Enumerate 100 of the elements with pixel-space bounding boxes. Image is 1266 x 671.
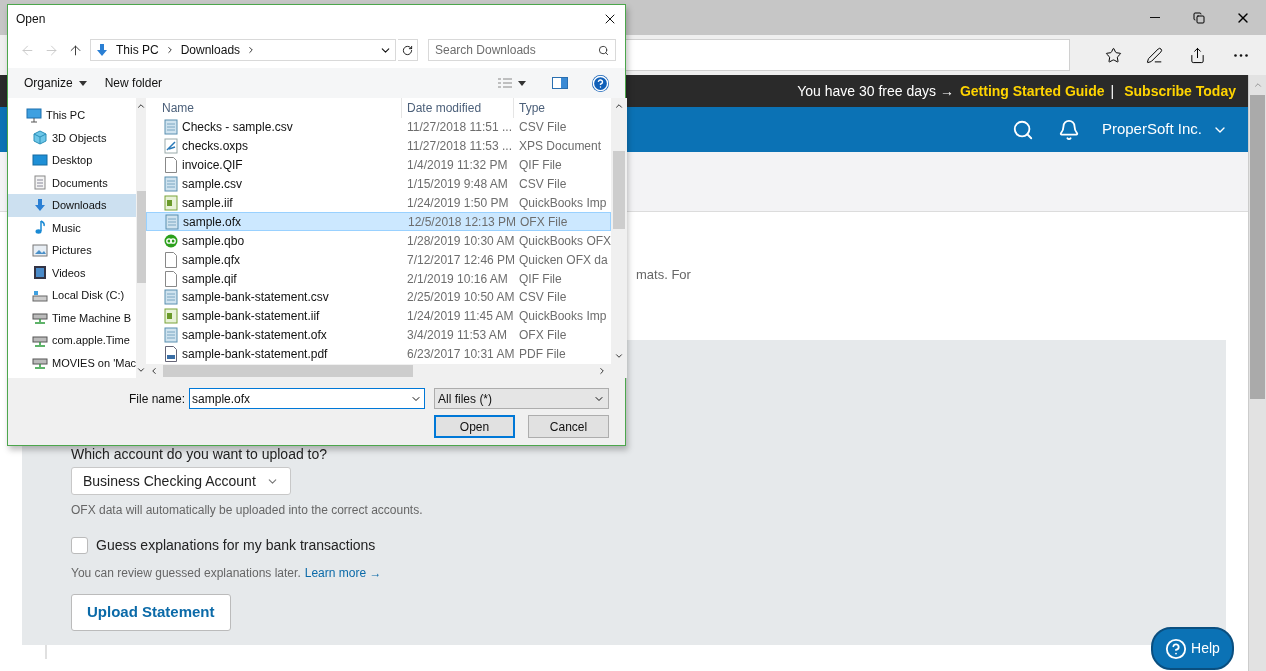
column-header[interactable]: Name [146, 98, 402, 118]
scrollbar-thumb[interactable] [136, 191, 146, 283]
file-row[interactable]: sample.csv 1/15/2019 9:48 AM CSV File [146, 174, 612, 194]
file-row[interactable]: Checks - sample.csv 11/27/2018 11:51 ... CSV File [146, 118, 612, 137]
help-button[interactable] [592, 74, 609, 92]
file-type: QuickBooks OFX [518, 232, 612, 250]
upload-statement-button[interactable]: Upload Statement [71, 594, 231, 631]
column-header[interactable]: Type [514, 98, 612, 118]
file-name: sample.ofx [183, 213, 242, 231]
notification-bell-icon [1057, 118, 1080, 141]
file-type: QuickBooks Imp [518, 308, 607, 326]
pdf-file-icon [164, 346, 178, 363]
spreadsheet-file-icon [164, 308, 178, 325]
navigation-item[interactable]: Videos [8, 261, 136, 284]
file-date: 3/4/2019 11:53 AM [406, 327, 508, 345]
file-date: 7/12/2017 12:46 PM [406, 251, 514, 269]
file-type-select[interactable]: All files (*) [434, 388, 610, 409]
file-row[interactable]: sample.ofx 12/5/2018 12:13 PM OFX File [146, 212, 612, 232]
account-select[interactable]: Business Checking Account [71, 467, 291, 495]
minimize-icon [1150, 17, 1160, 18]
blank-file-icon [164, 251, 178, 268]
navigation-item[interactable]: MOVIES on 'Mac [8, 351, 136, 374]
file-row[interactable]: sample-bank-statement.iif 1/24/2019 11:45 AM QuickBooks Imp [146, 306, 612, 326]
caret-icon [518, 80, 526, 86]
navigation-item[interactable]: Desktop [8, 149, 136, 172]
share-icon [1189, 46, 1207, 64]
account-label: Which account do you want to upload to? [71, 445, 328, 464]
text-file-icon [164, 176, 178, 193]
organize-menu[interactable]: Organize [24, 74, 87, 92]
file-row[interactable]: sample.qif 2/1/2019 10:16 AM QIF File [146, 269, 612, 288]
file-date: 1/24/2019 1:50 PM [406, 195, 510, 212]
file-row[interactable]: sample.qfx 7/12/2017 12:46 PM Quicken OFX da [146, 250, 612, 270]
star-icon [1105, 46, 1123, 64]
account-menu[interactable]: ProperSoft Inc. [1101, 118, 1228, 141]
file-type: QuickBooks Imp [518, 195, 607, 212]
search-button[interactable] [1011, 118, 1034, 141]
chevron-down-icon [614, 351, 625, 361]
file-date: 1/24/2019 11:45 AM [406, 308, 514, 326]
file-name-field[interactable]: sample.ofx [189, 388, 426, 409]
search-icon [1011, 118, 1034, 141]
navigation-item[interactable]: 3D Objects [8, 126, 136, 149]
computer-icon [26, 107, 42, 123]
download-arrow-icon [32, 197, 48, 213]
column-header[interactable]: Date modified [402, 98, 514, 118]
file-name: sample.iif [182, 195, 233, 212]
navigation-item[interactable]: Downloads [8, 194, 136, 217]
file-name: sample-bank-statement.csv [182, 289, 329, 307]
navigation-item[interactable]: Time Machine B [8, 306, 136, 329]
navigation-item[interactable]: Local Disk (C:) [8, 284, 136, 307]
file-row[interactable]: sample-bank-statement.pdf 6/23/2017 10:31 AM PDF File [146, 344, 612, 364]
navigation-item[interactable]: This PC [8, 104, 136, 127]
scrollbar-thumb[interactable] [613, 151, 626, 229]
file-row[interactable]: sample.qbo 1/28/2019 10:30 AM QuickBooks OFX [146, 231, 612, 251]
view-options-button[interactable] [498, 77, 526, 89]
file-row[interactable]: sample-bank-statement.csv 2/25/2019 10:50 AM CSV File [146, 288, 612, 307]
open-button[interactable]: Open [434, 415, 515, 438]
notifications-button[interactable] [1057, 118, 1080, 141]
checkbox[interactable] [71, 537, 88, 554]
file-type: CSV File [518, 176, 567, 194]
guide-link[interactable]: Getting Started Guide [959, 80, 1105, 102]
help-button[interactable]: Help [1151, 627, 1234, 670]
file-name: sample.csv [182, 176, 243, 194]
address-bar[interactable]: This PC Downloads [90, 39, 396, 61]
file-type: OFX File [518, 327, 567, 345]
file-row[interactable]: checks.oxps 11/27/2018 11:53 ... XPS Document [146, 136, 612, 156]
breadcrumb-item[interactable]: Downloads [180, 41, 241, 59]
file-name: sample.qfx [182, 251, 241, 269]
document-icon [32, 175, 48, 191]
subscribe-link[interactable]: Subscribe Today [1124, 80, 1236, 102]
new-folder-button[interactable]: New folder [104, 74, 163, 92]
caret-icon [78, 80, 87, 86]
blank-file-icon [164, 157, 178, 174]
navigation-item[interactable]: com.apple.Time [8, 329, 136, 352]
preview-pane-icon [552, 77, 568, 89]
breadcrumb-item[interactable]: This PC [116, 41, 159, 59]
help-icon [1165, 637, 1188, 660]
more-icon [1233, 53, 1248, 57]
file-type: QIF File [518, 270, 562, 288]
file-date: 11/27/2018 11:51 ... [406, 119, 513, 137]
text-file-icon [164, 119, 178, 136]
cancel-button[interactable]: Cancel [528, 415, 609, 438]
file-row[interactable]: sample.iif 1/24/2019 1:50 PM QuickBooks Imp [146, 193, 612, 213]
film-icon [32, 265, 48, 281]
file-row[interactable]: sample-bank-statement.ofx 3/4/2019 11:53 AM OFX File [146, 325, 612, 345]
checkbox-label: Guess explanations for my bank transactions [96, 536, 376, 555]
navigation-item[interactable]: Documents [8, 171, 136, 194]
intro-text: mats. For [636, 267, 691, 282]
file-row[interactable]: invoice.QIF 1/4/2019 11:32 PM QIF File [146, 155, 612, 175]
preview-pane-button[interactable] [552, 77, 568, 89]
network-drive-icon [32, 310, 48, 326]
blank-file-icon [164, 270, 178, 287]
learn-more-link[interactable]: Learn more → [304, 564, 382, 582]
scrollbar-thumb[interactable] [1250, 95, 1265, 399]
search-field[interactable]: Search Downloads [428, 39, 616, 61]
chevron-up-icon [136, 101, 146, 111]
refresh-button[interactable] [398, 39, 418, 61]
navigation-item[interactable]: Music [8, 216, 136, 239]
navigation-item[interactable]: Pictures [8, 239, 136, 262]
scrollbar-thumb[interactable] [163, 365, 413, 377]
file-type: PDF File [518, 346, 566, 364]
